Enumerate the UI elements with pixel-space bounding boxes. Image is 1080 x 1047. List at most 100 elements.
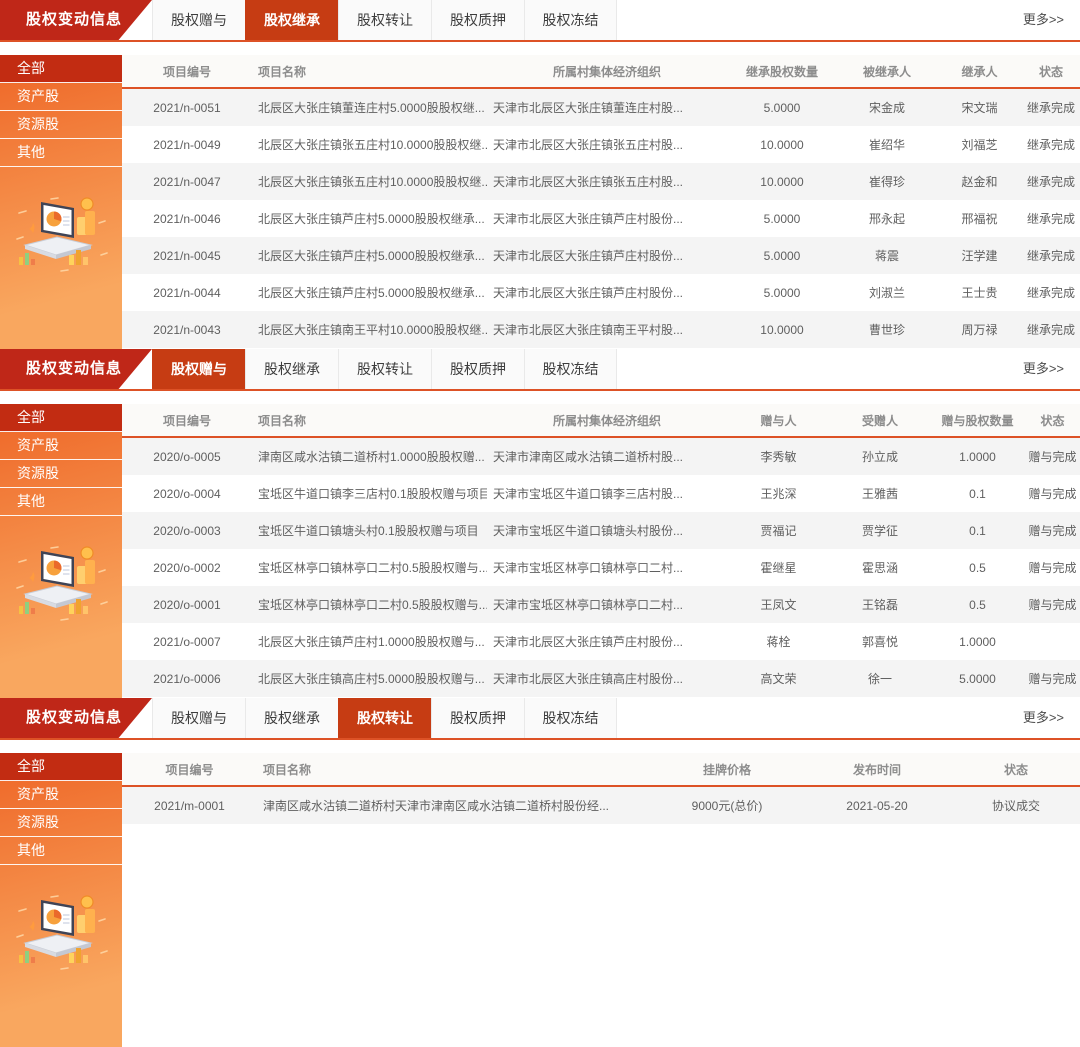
tab-股权赠与[interactable]: 股权赠与 <box>152 698 245 738</box>
tab-股权转让[interactable]: 股权转让 <box>338 349 431 389</box>
tab-股权冻结[interactable]: 股权冻结 <box>524 349 617 389</box>
table-row[interactable]: 2021/o-0007北辰区大张庄镇芦庄村1.0000股股权赠与...天津市北辰… <box>122 623 1080 660</box>
table-cell: 9000元(总价) <box>652 797 802 814</box>
table-cell: 郭喜悦 <box>830 633 930 650</box>
column-header: 项目名称 <box>252 63 487 80</box>
tab-bar: 股权赠与股权继承股权转让股权质押股权冻结 <box>152 349 617 389</box>
table-cell: 天津市宝坻区牛道口镇塘头村股份... <box>487 522 727 539</box>
column-header: 赠与人 <box>727 412 830 429</box>
category-sidebar: 全部资产股资源股其他 <box>0 55 122 349</box>
table-row[interactable]: 2021/n-0049北辰区大张庄镇张五庄村10.0000股股权继...天津市北… <box>122 126 1080 163</box>
panel-topbar: 股权变动信息 股权赠与股权继承股权转让股权质押股权冻结 更多>> <box>0 349 1080 391</box>
table-cell: 2021/n-0049 <box>122 138 252 152</box>
tab-股权冻结[interactable]: 股权冻结 <box>524 0 617 40</box>
table-cell: 5.0000 <box>727 212 837 226</box>
sidebar-item-资产股[interactable]: 资产股 <box>0 781 122 809</box>
sidebar-item-全部[interactable]: 全部 <box>0 753 122 781</box>
table-cell: 津南区咸水沽镇二道桥村天津市津南区咸水沽镇二道桥村股份经... <box>257 797 652 814</box>
panel-topbar: 股权变动信息 股权赠与股权继承股权转让股权质押股权冻结 更多>> <box>0 0 1080 42</box>
tab-股权继承[interactable]: 股权继承 <box>245 0 338 40</box>
more-link[interactable]: 更多>> <box>1023 698 1080 738</box>
sidebar-item-其他[interactable]: 其他 <box>0 139 122 167</box>
table-row[interactable]: 2020/o-0002宝坻区林亭口镇林亭口二村0.5股股权赠与...天津市宝坻区… <box>122 549 1080 586</box>
panel-title-banner: 股权变动信息 <box>0 0 152 40</box>
column-header: 项目编号 <box>122 761 257 778</box>
more-link[interactable]: 更多>> <box>1023 0 1080 40</box>
sidebar-item-其他[interactable]: 其他 <box>0 488 122 516</box>
panel-content: 全部资产股资源股其他 <box>0 55 1080 349</box>
table-cell: 邢永起 <box>837 210 937 227</box>
table-cell: 2021/m-0001 <box>122 799 257 813</box>
table-cell: 2020/o-0002 <box>122 561 252 575</box>
panel-title: 股权变动信息 <box>26 709 122 726</box>
table-cell: 2020/o-0005 <box>122 450 252 464</box>
table-cell: 贾学征 <box>830 522 930 539</box>
table-cell: 王士贵 <box>937 284 1022 301</box>
column-header: 赠与股权数量 <box>930 412 1025 429</box>
category-list: 全部资产股资源股其他 <box>0 753 122 865</box>
table-cell: 宝坻区林亭口镇林亭口二村0.5股股权赠与... <box>252 559 487 576</box>
column-header: 状态 <box>1022 63 1080 80</box>
sidebar-item-资源股[interactable]: 资源股 <box>0 111 122 139</box>
sidebar-item-全部[interactable]: 全部 <box>0 55 122 83</box>
category-sidebar: 全部资产股资源股其他 <box>0 753 122 1047</box>
table-row[interactable]: 2021/n-0044北辰区大张庄镇芦庄村5.0000股股权继承...天津市北辰… <box>122 274 1080 311</box>
table-row[interactable]: 2020/o-0004宝坻区牛道口镇李三店村0.1股股权赠与项目天津市宝坻区牛道… <box>122 475 1080 512</box>
tab-股权赠与[interactable]: 股权赠与 <box>152 0 245 40</box>
table-row[interactable]: 2021/n-0045北辰区大张庄镇芦庄村5.0000股股权继承...天津市北辰… <box>122 237 1080 274</box>
data-table: 项目编号项目名称挂牌价格发布时间状态 2021/m-0001津南区咸水沽镇二道桥… <box>122 753 1080 1047</box>
table-row[interactable]: 2021/n-0046北辰区大张庄镇芦庄村5.0000股股权继承...天津市北辰… <box>122 200 1080 237</box>
category-sidebar: 全部资产股资源股其他 <box>0 404 122 698</box>
table-cell: 北辰区大张庄镇张五庄村10.0000股股权继... <box>252 136 487 153</box>
table-cell: 赠与完成 <box>1025 485 1080 502</box>
table-cell: 继承完成 <box>1022 284 1080 301</box>
tab-股权质押[interactable]: 股权质押 <box>431 698 524 738</box>
table-cell: 继承完成 <box>1022 173 1080 190</box>
tab-股权质押[interactable]: 股权质押 <box>431 349 524 389</box>
table-cell: 蒋栓 <box>727 633 830 650</box>
table-cell: 5.0000 <box>727 101 837 115</box>
table-cell: 天津市北辰区大张庄镇张五庄村股... <box>487 173 727 190</box>
table-cell: 继承完成 <box>1022 321 1080 338</box>
table-row[interactable]: 2021/n-0043北辰区大张庄镇南王平村10.0000股股权继...天津市北… <box>122 311 1080 348</box>
panel-title-banner: 股权变动信息 <box>0 698 152 738</box>
sidebar-item-资产股[interactable]: 资产股 <box>0 432 122 460</box>
table-cell: 赠与完成 <box>1025 522 1080 539</box>
table-cell: 5.0000 <box>727 286 837 300</box>
table-cell: 刘福芝 <box>937 136 1022 153</box>
sidebar-item-资源股[interactable]: 资源股 <box>0 809 122 837</box>
table-cell: 0.5 <box>930 561 1025 575</box>
table-cell: 周万禄 <box>937 321 1022 338</box>
more-link[interactable]: 更多>> <box>1023 349 1080 389</box>
table-row[interactable]: 2021/o-0006北辰区大张庄镇高庄村5.0000股股权赠与...天津市北辰… <box>122 660 1080 697</box>
table-row[interactable]: 2020/o-0001宝坻区林亭口镇林亭口二村0.5股股权赠与...天津市宝坻区… <box>122 586 1080 623</box>
tab-股权转让[interactable]: 股权转让 <box>338 0 431 40</box>
table-cell: 贾福记 <box>727 522 830 539</box>
table-cell: 2020/o-0004 <box>122 487 252 501</box>
table-header-row: 项目编号项目名称所属村集体经济组织赠与人受赠人赠与股权数量状态 <box>122 404 1080 438</box>
sidebar-item-其他[interactable]: 其他 <box>0 837 122 865</box>
column-header: 所属村集体经济组织 <box>487 63 727 80</box>
tab-股权继承[interactable]: 股权继承 <box>245 698 338 738</box>
table-row[interactable]: 2021/m-0001津南区咸水沽镇二道桥村天津市津南区咸水沽镇二道桥村股份经.… <box>122 787 1080 824</box>
table-row[interactable]: 2021/n-0051北辰区大张庄镇董连庄村5.0000股股权继...天津市北辰… <box>122 89 1080 126</box>
sidebar-item-资源股[interactable]: 资源股 <box>0 460 122 488</box>
column-header: 项目名称 <box>252 412 487 429</box>
tab-股权继承[interactable]: 股权继承 <box>245 349 338 389</box>
table-cell: 赠与完成 <box>1025 670 1080 687</box>
sidebar-item-资产股[interactable]: 资产股 <box>0 83 122 111</box>
tab-股权赠与[interactable]: 股权赠与 <box>152 349 245 389</box>
tab-股权转让[interactable]: 股权转让 <box>338 698 431 738</box>
table-row[interactable]: 2021/n-0047北辰区大张庄镇张五庄村10.0000股股权继...天津市北… <box>122 163 1080 200</box>
table-header-row: 项目编号项目名称所属村集体经济组织继承股权数量被继承人继承人状态 <box>122 55 1080 89</box>
panel-title: 股权变动信息 <box>26 360 122 377</box>
sidebar-item-全部[interactable]: 全部 <box>0 404 122 432</box>
table-cell: 宝坻区牛道口镇李三店村0.1股股权赠与项目 <box>252 485 487 502</box>
table-row[interactable]: 2020/o-0003宝坻区牛道口镇塘头村0.1股股权赠与项目天津市宝坻区牛道口… <box>122 512 1080 549</box>
table-cell: 天津市津南区咸水沽镇二道桥村股... <box>487 448 727 465</box>
tab-股权质押[interactable]: 股权质押 <box>431 0 524 40</box>
laptop-chart-illustration-icon <box>11 891 111 975</box>
table-row[interactable]: 2020/o-0005津南区咸水沽镇二道桥村1.0000股股权赠...天津市津南… <box>122 438 1080 475</box>
table-cell: 王雅茜 <box>830 485 930 502</box>
tab-股权冻结[interactable]: 股权冻结 <box>524 698 617 738</box>
